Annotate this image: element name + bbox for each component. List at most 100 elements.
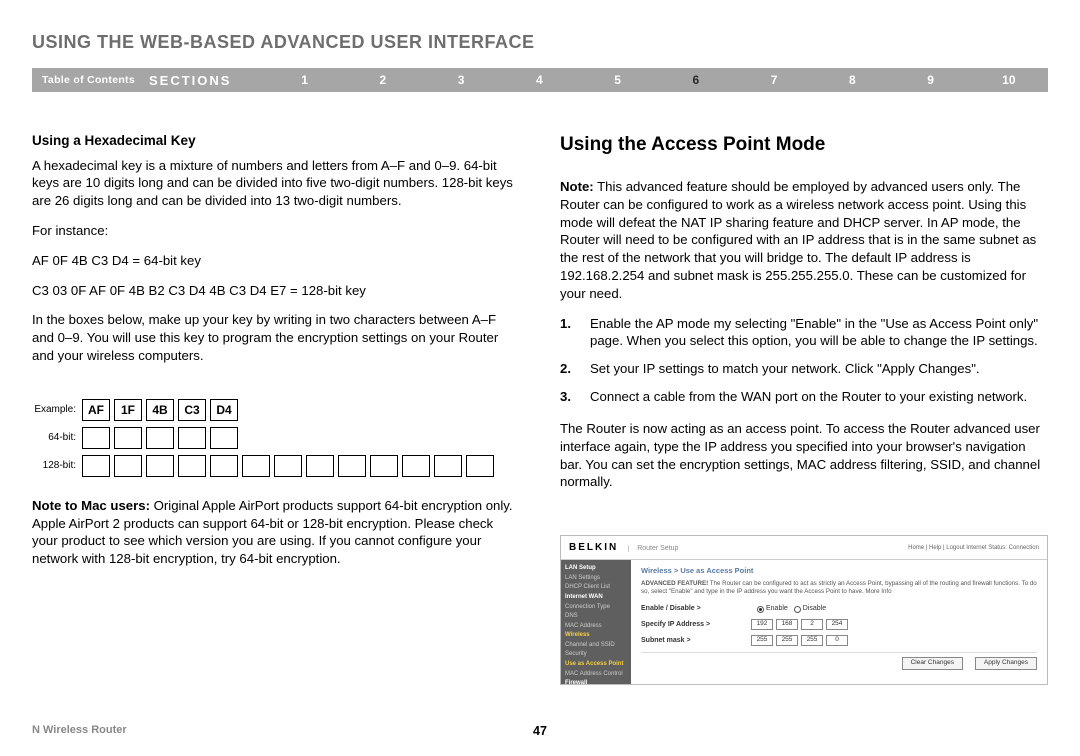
mask-octet-input[interactable]: 255 bbox=[751, 635, 773, 646]
radio-disable[interactable] bbox=[794, 606, 801, 613]
hex-input-cell[interactable] bbox=[306, 455, 334, 477]
nav-section-4[interactable]: 4 bbox=[500, 72, 578, 88]
hex-cell: C3 bbox=[178, 399, 206, 421]
hex-input-cell[interactable] bbox=[114, 427, 142, 449]
hex-input-cell[interactable] bbox=[82, 455, 110, 477]
adv-feature-bold: ADVANCED FEATURE! bbox=[641, 580, 708, 587]
router-admin-screenshot: BELKIN Router Setup Home | Help | Logout… bbox=[560, 535, 1048, 685]
hex-input-cell[interactable] bbox=[146, 427, 174, 449]
side-item[interactable]: DHCP Client List bbox=[565, 583, 627, 593]
mask-octet-input[interactable]: 255 bbox=[776, 635, 798, 646]
ap-note-paragraph: Note: This advanced feature should be em… bbox=[560, 178, 1048, 303]
hex-input-cell[interactable] bbox=[274, 455, 302, 477]
step-text: Connect a cable from the WAN port on the… bbox=[590, 388, 1048, 406]
hex-input-cell[interactable] bbox=[82, 427, 110, 449]
hex-input-cell[interactable] bbox=[402, 455, 430, 477]
hex-example-row: Example: AF 1F 4B C3 D4 bbox=[32, 399, 520, 421]
hex-64bit-row: 64-bit: bbox=[32, 427, 520, 449]
side-item[interactable]: Security bbox=[565, 650, 627, 660]
side-item[interactable]: Channel and SSID bbox=[565, 641, 627, 651]
side-item[interactable]: MAC Address Control bbox=[565, 670, 627, 680]
mask-octet-input[interactable]: 255 bbox=[801, 635, 823, 646]
router-sidebar: LAN Setup LAN Settings DHCP Client List … bbox=[561, 560, 631, 684]
hex-cell: D4 bbox=[210, 399, 238, 421]
ap-steps-list: 1. Enable the AP mode my selecting "Enab… bbox=[560, 315, 1048, 406]
hex-128bit-row: 128-bit: bbox=[32, 455, 520, 477]
router-setup-label: Router Setup bbox=[628, 545, 678, 552]
example-64bit-key: AF 0F 4B C3 D4 = 64-bit key bbox=[32, 252, 520, 270]
router-main-panel: Wireless > Use as Access Point ADVANCED … bbox=[631, 560, 1047, 684]
enable-disable-row: Enable / Disable > Enable Disable bbox=[641, 604, 1037, 613]
apply-changes-button[interactable]: Apply Changes bbox=[975, 657, 1037, 670]
router-brand-logo: BELKIN bbox=[569, 542, 618, 553]
nav-section-10[interactable]: 10 bbox=[970, 72, 1048, 88]
hex-key-heading: Using a Hexadecimal Key bbox=[32, 132, 520, 150]
ip-octet-input[interactable]: 168 bbox=[776, 619, 798, 630]
example-row-label: Example: bbox=[32, 403, 82, 417]
step-row: 1. Enable the AP mode my selecting "Enab… bbox=[560, 315, 1048, 351]
opt-disable: Disable bbox=[803, 604, 826, 613]
router-top-links[interactable]: Home | Help | Logout Internet Status: Co… bbox=[908, 544, 1039, 552]
hex-input-cell[interactable] bbox=[146, 455, 174, 477]
hex-input-cell[interactable] bbox=[434, 455, 462, 477]
hex-input-cell[interactable] bbox=[114, 455, 142, 477]
section-nav-bar: Table of Contents SECTIONS 1 2 3 4 5 6 7… bbox=[32, 68, 1048, 92]
hex-key-intro: A hexadecimal key is a mixture of number… bbox=[32, 157, 520, 210]
hex-input-cell[interactable] bbox=[466, 455, 494, 477]
hex-input-cell[interactable] bbox=[210, 455, 238, 477]
hex-cell: AF bbox=[82, 399, 110, 421]
step-text: Set your IP settings to match your netwo… bbox=[590, 360, 1048, 378]
nav-toc-link[interactable]: Table of Contents bbox=[32, 73, 149, 87]
step-row: 3. Connect a cable from the WAN port on … bbox=[560, 388, 1048, 406]
nav-section-9[interactable]: 9 bbox=[891, 72, 969, 88]
enable-label: Enable / Disable > bbox=[641, 604, 751, 613]
hex-input-cell[interactable] bbox=[178, 427, 206, 449]
side-item[interactable]: LAN Settings bbox=[565, 574, 627, 584]
side-firewall-head: Firewall bbox=[565, 679, 627, 689]
step-text: Enable the AP mode my selecting "Enable"… bbox=[590, 315, 1048, 351]
nav-section-6[interactable]: 6 bbox=[657, 72, 735, 88]
right-column: Using the Access Point Mode Note: This a… bbox=[560, 132, 1048, 685]
side-wan-head: Internet WAN bbox=[565, 593, 627, 603]
content-columns: Using a Hexadecimal Key A hexadecimal ke… bbox=[32, 132, 1048, 685]
note-bold: Note: bbox=[560, 179, 594, 194]
ip-octet-input[interactable]: 254 bbox=[826, 619, 848, 630]
radio-enable[interactable] bbox=[757, 606, 764, 613]
router-header: BELKIN Router Setup Home | Help | Logout… bbox=[561, 536, 1047, 560]
opt-enable: Enable bbox=[766, 604, 788, 613]
side-item[interactable]: Connection Type bbox=[565, 603, 627, 613]
side-item-ap-active[interactable]: Use as Access Point bbox=[565, 660, 627, 670]
hex-cell: 4B bbox=[146, 399, 174, 421]
nav-section-8[interactable]: 8 bbox=[813, 72, 891, 88]
left-column: Using a Hexadecimal Key A hexadecimal ke… bbox=[32, 132, 520, 685]
nav-section-3[interactable]: 3 bbox=[422, 72, 500, 88]
nav-section-7[interactable]: 7 bbox=[735, 72, 813, 88]
hex-input-cell[interactable] bbox=[178, 455, 206, 477]
nav-sections-label: SECTIONS bbox=[149, 72, 265, 90]
nav-section-5[interactable]: 5 bbox=[578, 72, 656, 88]
hex-input-cell[interactable] bbox=[370, 455, 398, 477]
hex-input-cell[interactable] bbox=[338, 455, 366, 477]
clear-changes-button[interactable]: Clear Changes bbox=[902, 657, 963, 670]
router-body: LAN Setup LAN Settings DHCP Client List … bbox=[561, 560, 1047, 684]
ip-octet-input[interactable]: 2 bbox=[801, 619, 823, 630]
hex-cell: 1F bbox=[114, 399, 142, 421]
note-text: This advanced feature should be employed… bbox=[560, 179, 1036, 301]
nav-section-1[interactable]: 1 bbox=[265, 72, 343, 88]
hex-input-cell[interactable] bbox=[242, 455, 270, 477]
access-point-heading: Using the Access Point Mode bbox=[560, 132, 1048, 158]
side-item[interactable]: MAC Address bbox=[565, 622, 627, 632]
side-item[interactable]: DNS bbox=[565, 612, 627, 622]
footer-product-name: N Wireless Router bbox=[32, 723, 127, 738]
mac-note-bold: Note to Mac users: bbox=[32, 498, 150, 513]
router-button-row: Clear Changes Apply Changes bbox=[641, 652, 1037, 670]
nav-section-2[interactable]: 2 bbox=[344, 72, 422, 88]
ip-octet-input[interactable]: 192 bbox=[751, 619, 773, 630]
mask-octet-input[interactable]: 0 bbox=[826, 635, 848, 646]
page-footer: N Wireless Router 47 bbox=[32, 723, 1048, 738]
hex-input-cell[interactable] bbox=[210, 427, 238, 449]
footer-page-number: 47 bbox=[533, 723, 547, 740]
subnet-mask-row: Subnet mask > 255 255 255 0 bbox=[641, 635, 1037, 646]
ap-after-paragraph: The Router is now acting as an access po… bbox=[560, 420, 1048, 491]
step-number: 3. bbox=[560, 388, 590, 406]
